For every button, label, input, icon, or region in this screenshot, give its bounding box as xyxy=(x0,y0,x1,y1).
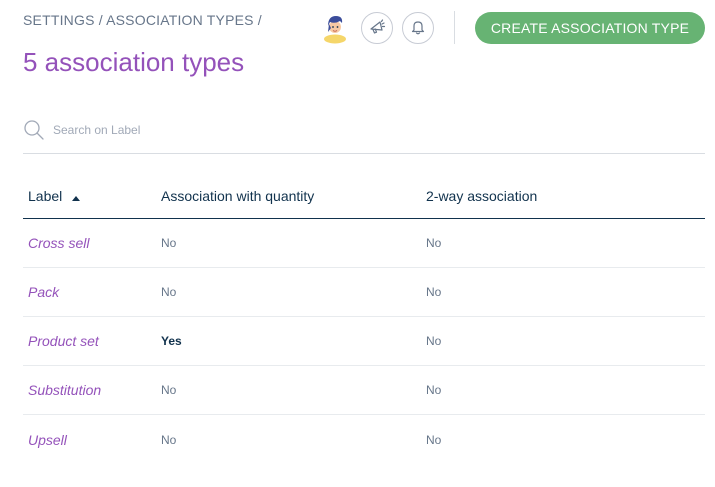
breadcrumb-settings[interactable]: Settings xyxy=(23,12,95,28)
table-row[interactable]: Product set Yes No xyxy=(23,317,705,366)
header-divider xyxy=(454,11,455,44)
cell-two-way: No xyxy=(426,383,442,397)
user-avatar-icon[interactable] xyxy=(320,12,350,44)
cell-quantity: No xyxy=(161,383,177,397)
table-row[interactable]: Pack No No xyxy=(23,268,705,317)
table-row[interactable]: Substitution No No xyxy=(23,366,705,415)
cell-quantity: Yes xyxy=(161,334,182,348)
cell-two-way: No xyxy=(426,334,442,348)
breadcrumb-association-types[interactable]: Association types xyxy=(106,12,254,28)
cell-label: Upsell xyxy=(28,431,67,448)
column-header-two-way[interactable]: 2-way association xyxy=(426,188,705,204)
search-input[interactable] xyxy=(53,120,653,140)
table-header: Label Association with quantity 2-way as… xyxy=(23,174,705,219)
page: Settings / Association types / 5 associa… xyxy=(0,0,715,487)
cell-quantity: No xyxy=(161,236,177,250)
breadcrumb: Settings / Association types / xyxy=(23,12,262,28)
cell-label: Cross sell xyxy=(28,235,90,251)
table-row[interactable]: Cross sell No No xyxy=(23,219,705,268)
breadcrumb-separator: / xyxy=(94,12,107,28)
notifications-button[interactable] xyxy=(402,12,434,44)
announcement-icon xyxy=(368,18,386,39)
column-header-quantity[interactable]: Association with quantity xyxy=(161,188,426,204)
column-header-label[interactable]: Label xyxy=(23,188,161,204)
cell-quantity: No xyxy=(161,285,177,299)
announcement-button[interactable] xyxy=(361,12,393,44)
breadcrumb-separator: / xyxy=(253,12,262,28)
table-row[interactable]: Upsell No No xyxy=(23,415,705,464)
association-types-table: Label Association with quantity 2-way as… xyxy=(23,174,705,464)
cell-label: Product set xyxy=(28,333,99,349)
create-association-type-button[interactable]: Create association type xyxy=(475,12,705,44)
cell-two-way: No xyxy=(426,236,442,250)
cell-label: Substitution xyxy=(28,382,102,398)
sort-ascending-icon xyxy=(72,188,81,204)
cell-quantity: No xyxy=(161,432,177,447)
cell-two-way: No xyxy=(426,432,442,447)
page-title: 5 association types xyxy=(23,47,245,77)
bell-icon xyxy=(410,19,426,38)
search-icon xyxy=(23,119,45,146)
cell-two-way: No xyxy=(426,285,442,299)
cell-label: Pack xyxy=(28,284,60,300)
search-bar xyxy=(23,112,705,154)
column-header-label-text: Label xyxy=(28,188,63,204)
